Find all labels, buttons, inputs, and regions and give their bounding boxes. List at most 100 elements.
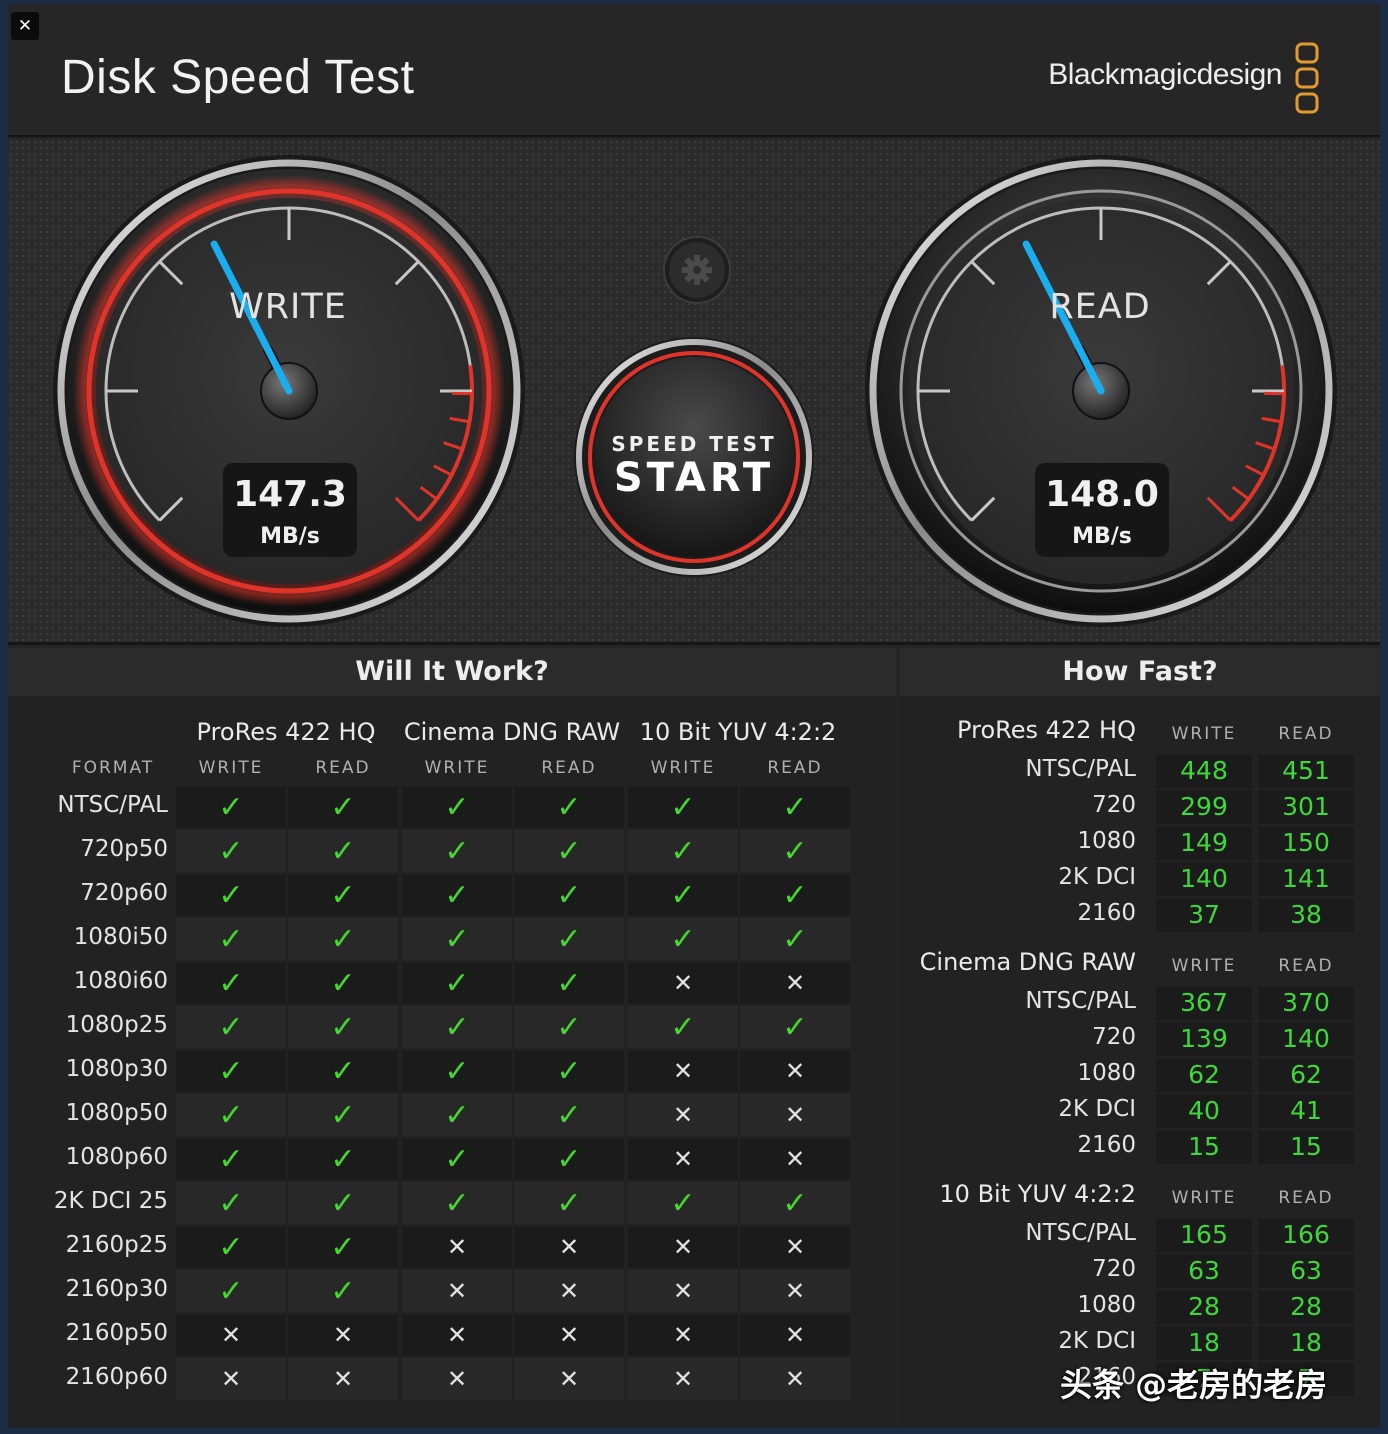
check-icon: ✓ <box>514 1006 624 1048</box>
cross-icon: ✕ <box>740 1314 850 1356</box>
how-fast-title: How Fast? <box>900 648 1380 696</box>
check-icon: ✓ <box>402 1138 512 1180</box>
cross-icon: ✕ <box>176 1314 286 1356</box>
check-icon: ✓ <box>402 874 512 916</box>
check-icon: ✓ <box>628 874 738 916</box>
cross-icon: ✕ <box>740 1358 850 1400</box>
how-fast-format-label: 720 <box>1092 1024 1136 1050</box>
cross-icon: ✕ <box>740 1138 850 1180</box>
cross-icon: ✕ <box>740 1270 850 1312</box>
check-icon: ✓ <box>740 1182 850 1224</box>
read-fps-value: 166 <box>1258 1218 1354 1252</box>
check-icon: ✓ <box>176 1270 286 1312</box>
read-fps-value: 141 <box>1258 862 1354 896</box>
watermark-text: 头条 @老房的老房 <box>1060 1366 1328 1404</box>
check-icon: ✓ <box>402 1094 512 1136</box>
write-fps-value: 37 <box>1156 898 1252 932</box>
check-icon: ✓ <box>514 1182 624 1224</box>
format-label: NTSC/PAL <box>57 792 168 818</box>
will-it-work-title: Will It Work? <box>8 648 896 696</box>
gauge-panel: WRITE READ 147.3 MB/s 148.0 MB/s SPEED T… <box>8 139 1380 645</box>
how-fast-format-label: 2K DCI <box>1058 864 1136 890</box>
read-fps-value: 15 <box>1258 1130 1354 1164</box>
how-fast-format-label: 720 <box>1092 792 1136 818</box>
how-fast-format-label: 2K DCI <box>1058 1096 1136 1122</box>
check-icon: ✓ <box>288 874 398 916</box>
will-it-work-panel: Will It Work? ProRes 422 HQ WRITE READ Cine… <box>8 648 896 1428</box>
app-window: Disk Speed Test Blackmagicdesign ✕ WRITE… <box>8 4 1380 1428</box>
column-group-header: Cinema DNG RAW <box>403 718 621 746</box>
column-group-header: ProRes 422 HQ <box>196 718 376 746</box>
sub-header-write: WRITE <box>424 758 490 778</box>
read-fps-value: 451 <box>1258 754 1354 788</box>
format-label: 2K DCI 25 <box>53 1188 168 1214</box>
read-fps-value: 63 <box>1258 1254 1354 1288</box>
read-fps-value: 370 <box>1258 986 1354 1020</box>
check-icon: ✓ <box>740 786 850 828</box>
check-icon: ✓ <box>176 918 286 960</box>
read-fps-value: 41 <box>1258 1094 1354 1128</box>
write-speed-value: 147.3 <box>233 474 347 515</box>
check-icon: ✓ <box>288 962 398 1004</box>
read-fps-value: 62 <box>1258 1058 1354 1092</box>
format-label: 1080p25 <box>65 1012 168 1038</box>
check-icon: ✓ <box>514 1050 624 1092</box>
how-fast-format-label: 1080 <box>1077 1060 1136 1086</box>
cross-icon: ✕ <box>740 1094 850 1136</box>
check-icon: ✓ <box>628 786 738 828</box>
read-fps-value: 28 <box>1258 1290 1354 1324</box>
check-icon: ✓ <box>402 830 512 872</box>
check-icon: ✓ <box>176 962 286 1004</box>
check-icon: ✓ <box>628 1182 738 1224</box>
check-icon: ✓ <box>628 830 738 872</box>
check-icon: ✓ <box>288 918 398 960</box>
close-icon[interactable]: ✕ <box>11 12 39 40</box>
read-speed-value: 148.0 <box>1045 474 1159 515</box>
check-icon: ✓ <box>176 1138 286 1180</box>
how-fast-format-label: NTSC/PAL <box>1025 1220 1136 1246</box>
check-icon: ✓ <box>740 1006 850 1048</box>
cross-icon: ✕ <box>740 1050 850 1092</box>
sub-header-read: READ <box>767 758 823 778</box>
check-icon: ✓ <box>514 830 624 872</box>
format-label: 2160p50 <box>65 1320 168 1346</box>
write-speed-unit: MB/s <box>260 524 320 549</box>
read-fps-value: 38 <box>1258 898 1354 932</box>
format-label: 2160p60 <box>65 1364 168 1390</box>
cross-icon: ✕ <box>514 1314 624 1356</box>
check-icon: ✓ <box>176 874 286 916</box>
write-fps-value: 28 <box>1156 1290 1252 1324</box>
write-fps-value: 367 <box>1156 986 1252 1020</box>
cross-icon: ✕ <box>628 1050 738 1092</box>
cross-icon: ✕ <box>628 1358 738 1400</box>
check-icon: ✓ <box>740 874 850 916</box>
start-button-label: START <box>613 455 775 501</box>
start-button[interactable]: SPEED TEST START <box>594 357 794 557</box>
check-icon: ✓ <box>402 1006 512 1048</box>
read-readout: 148.0 MB/s <box>1035 463 1169 557</box>
format-label: 720p60 <box>80 880 168 906</box>
check-icon: ✓ <box>402 962 512 1004</box>
write-fps-value: 149 <box>1156 826 1252 860</box>
read-fps-value: 150 <box>1258 826 1354 860</box>
check-icon: ✓ <box>288 1138 398 1180</box>
check-icon: ✓ <box>402 918 512 960</box>
how-fast-format-label: 1080 <box>1077 828 1136 854</box>
how-fast-format-label: 2160 <box>1077 1132 1136 1158</box>
cross-icon: ✕ <box>288 1314 398 1356</box>
how-fast-format-label: 2K DCI <box>1058 1328 1136 1354</box>
read-fps-value: 18 <box>1258 1326 1354 1360</box>
check-icon: ✓ <box>288 1006 398 1048</box>
how-fast-sub-header-write: WRITE <box>1171 956 1237 976</box>
settings-button[interactable] <box>664 237 730 303</box>
read-fps-value: 140 <box>1258 1022 1354 1056</box>
check-icon: ✓ <box>514 918 624 960</box>
title-bar: Disk Speed Test Blackmagicdesign <box>8 4 1380 137</box>
cross-icon: ✕ <box>514 1226 624 1268</box>
check-icon: ✓ <box>176 1050 286 1092</box>
write-fps-value: 299 <box>1156 790 1252 824</box>
check-icon: ✓ <box>628 1006 738 1048</box>
cross-icon: ✕ <box>740 1226 850 1268</box>
format-label: 2160p25 <box>65 1232 168 1258</box>
cross-icon: ✕ <box>628 1094 738 1136</box>
